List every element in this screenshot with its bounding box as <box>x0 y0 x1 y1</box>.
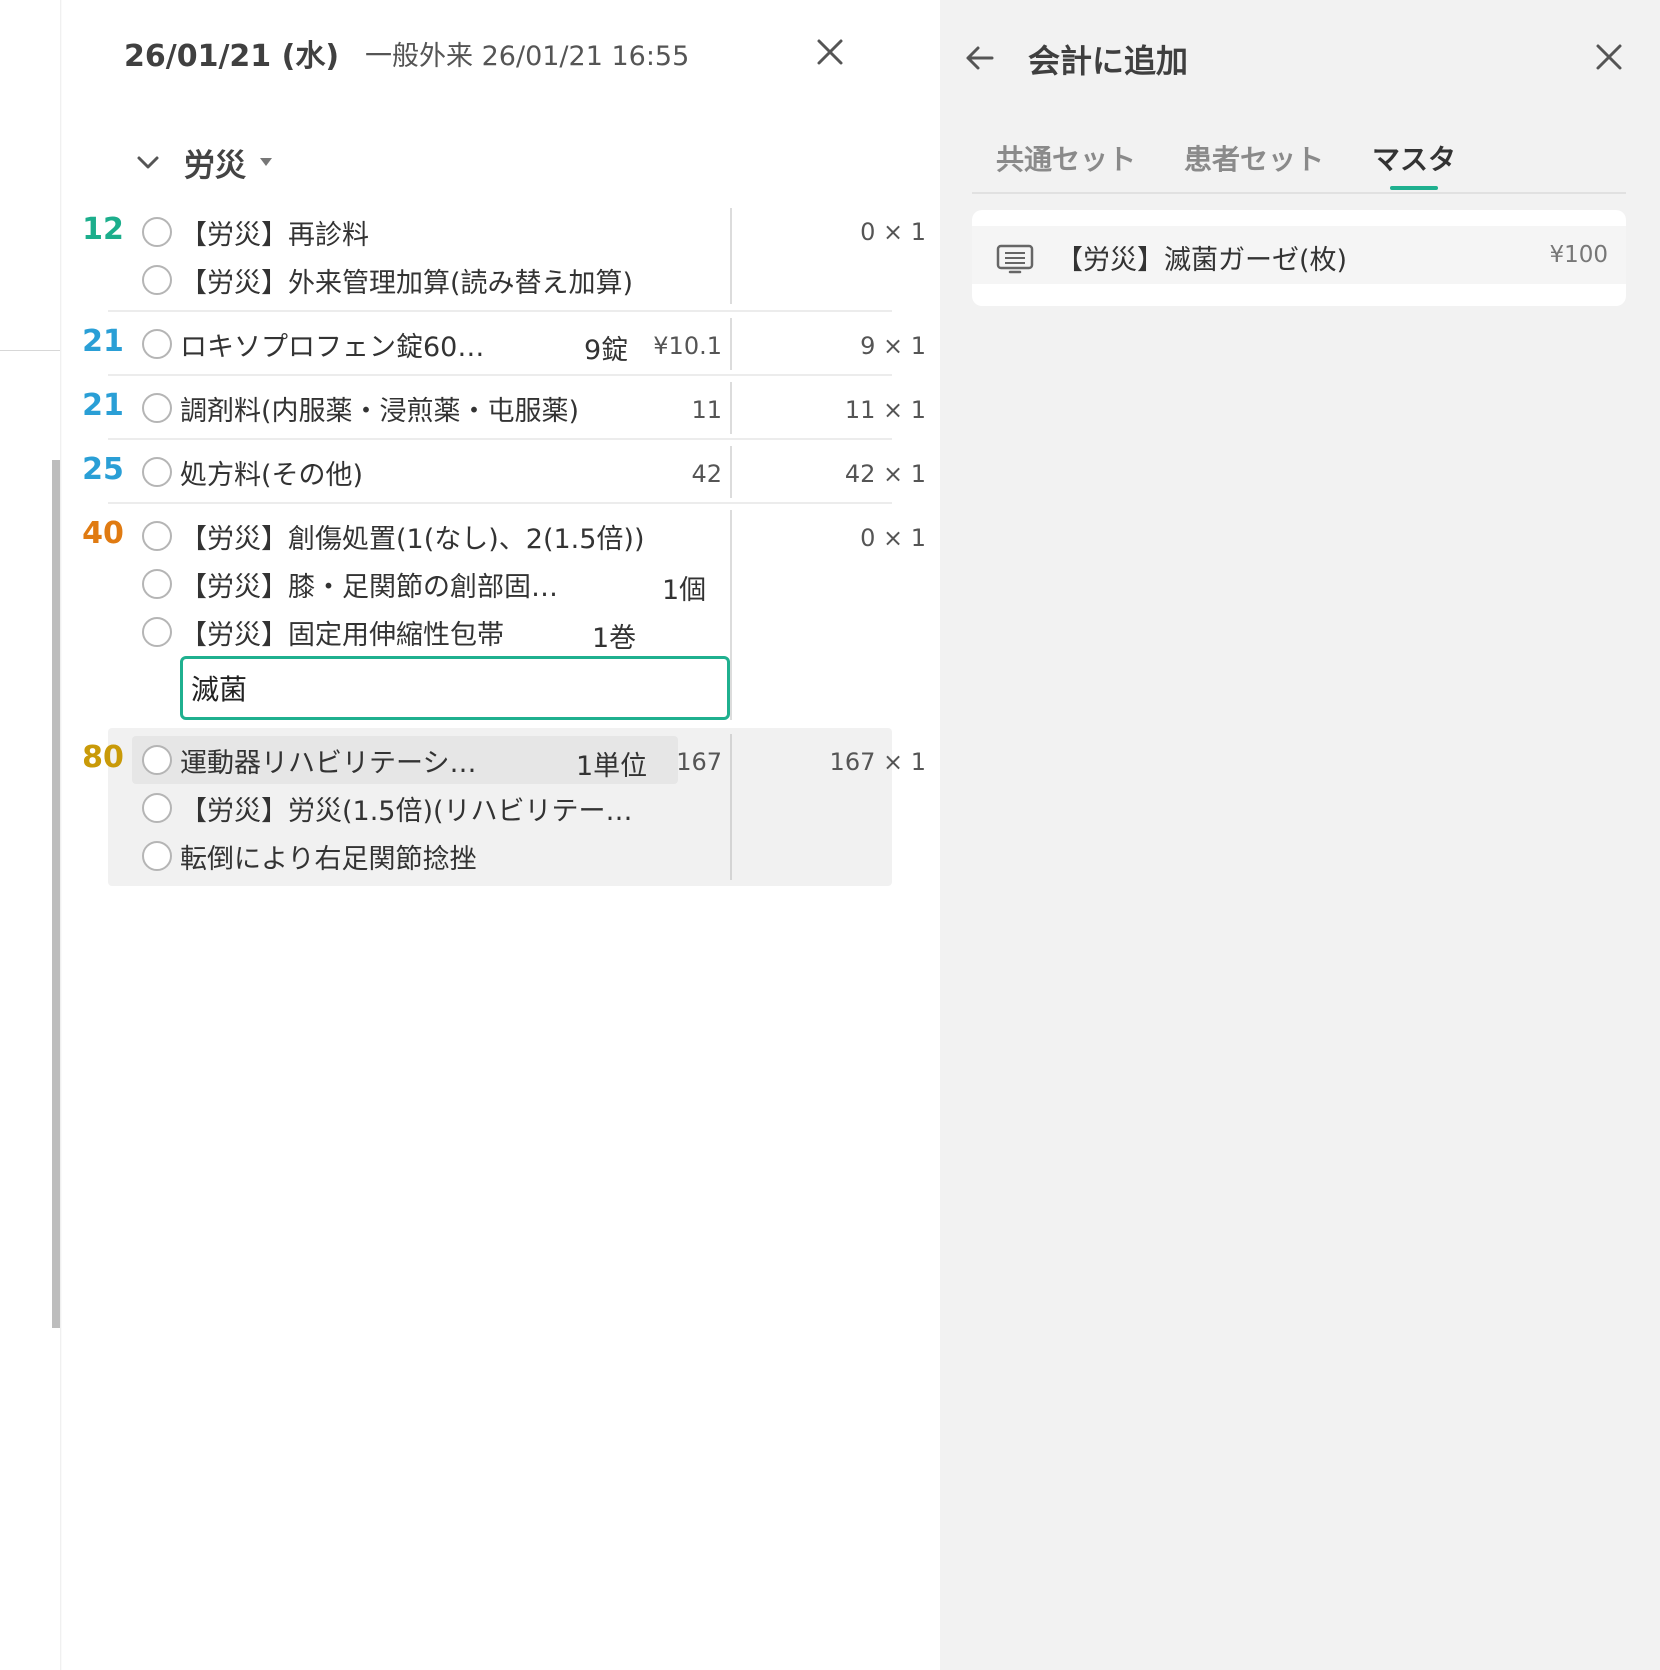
order-item-price: 167 <box>676 748 722 776</box>
master-list-icon <box>996 244 1034 274</box>
column-divider <box>730 446 732 498</box>
order-item-price: ¥10.1 <box>653 332 722 360</box>
quantity-multiplier: 0 × 1 <box>860 218 926 246</box>
order-item-text: 【労災】再診料 <box>180 219 369 251</box>
order-item[interactable]: 転倒により右足関節捻挫 <box>142 836 476 876</box>
order-item[interactable]: 調剤料(内服薬・浸煎薬・屯服薬) <box>142 388 579 428</box>
radio-icon[interactable] <box>142 393 172 423</box>
radio-icon[interactable] <box>142 569 172 599</box>
order-item[interactable]: 【労災】固定用伸縮性包帯 <box>142 612 504 652</box>
order-item-text: 【労災】創傷処置(1(なし)、2(1.5倍)) <box>180 523 645 555</box>
order-item-text: 【労災】労災(1.5倍)(リハビリテー… <box>180 795 633 827</box>
order-item-price: 11 <box>691 396 722 424</box>
quantity-multiplier: 167 × 1 <box>829 748 926 776</box>
section-divider <box>108 502 892 504</box>
section-divider <box>108 374 892 376</box>
order-item-text: 【労災】外来管理加算(読み替え加算) <box>180 267 634 299</box>
column-divider <box>730 318 732 370</box>
order-item[interactable]: 【労災】外来管理加算(読み替え加算) <box>142 260 633 300</box>
column-divider <box>730 510 732 720</box>
radio-icon[interactable] <box>142 265 172 295</box>
radio-icon[interactable] <box>142 841 172 871</box>
order-item-text: 【労災】膝・足関節の創部固… <box>180 571 558 603</box>
quantity-multiplier: 0 × 1 <box>860 524 926 552</box>
section-code: 21 <box>82 324 124 359</box>
order-item-quantity: 1巻 <box>592 623 637 654</box>
radio-icon[interactable] <box>142 793 172 823</box>
radio-icon[interactable] <box>142 457 172 487</box>
radio-icon[interactable] <box>142 329 172 359</box>
order-item-text: 処方料(その他) <box>180 459 364 491</box>
tab-patient-set[interactable]: 患者セット <box>1184 138 1324 178</box>
search-result-list: 【労災】滅菌ガーゼ(枚) ¥100 <box>972 210 1626 306</box>
column-divider <box>730 382 732 434</box>
order-item-text: 転倒により右足関節捻挫 <box>180 843 477 875</box>
order-item[interactable]: 処方料(その他) <box>142 452 363 492</box>
search-result-name: 【労災】滅菌ガーゼ(枚) <box>1056 245 1348 276</box>
scrollbar[interactable] <box>52 460 60 1328</box>
section-divider <box>108 438 892 440</box>
close-icon[interactable] <box>1590 38 1628 76</box>
column-divider <box>730 208 732 304</box>
order-item-price: 42 <box>691 460 722 488</box>
panel-title: 会計に追加 <box>1028 42 1189 80</box>
order-item-text: ロキソプロフェン錠60… <box>180 331 485 363</box>
quantity-multiplier: 11 × 1 <box>844 396 926 424</box>
active-tab-indicator <box>1390 186 1438 190</box>
quantity-multiplier: 9 × 1 <box>860 332 926 360</box>
order-item-text: 【労災】固定用伸縮性包帯 <box>180 619 504 651</box>
tab-common-set[interactable]: 共通セット <box>996 138 1136 178</box>
radio-icon[interactable] <box>142 617 172 647</box>
section-code: 40 <box>82 516 124 551</box>
column-divider <box>730 734 732 880</box>
item-search-input[interactable] <box>180 656 730 720</box>
order-item-text: 調剤料(内服薬・浸煎薬・屯服薬) <box>180 395 580 427</box>
set-tabs: 共通セット 患者セット マスタ <box>972 132 1626 194</box>
order-item[interactable]: 【労災】労災(1.5倍)(リハビリテー… <box>142 788 633 828</box>
background-divider <box>0 350 60 351</box>
order-item-quantity: 9錠 <box>584 335 629 366</box>
search-result-price: ¥100 <box>1549 242 1608 268</box>
order-item[interactable]: ロキソプロフェン錠60… <box>142 324 484 364</box>
arrow-left-icon[interactable] <box>960 38 1000 78</box>
section-code: 21 <box>82 388 124 423</box>
order-item-quantity: 1単位 <box>576 751 648 782</box>
order-item-quantity: 1個 <box>662 575 707 606</box>
order-item[interactable]: 【労災】膝・足関節の創部固… <box>142 564 558 604</box>
tab-master[interactable]: マスタ <box>1372 138 1456 178</box>
section-divider <box>108 310 892 312</box>
section-code: 80 <box>82 740 124 775</box>
quantity-multiplier: 42 × 1 <box>844 460 926 488</box>
order-item[interactable]: 【労災】再診料 <box>142 212 369 252</box>
radio-icon[interactable] <box>142 745 172 775</box>
order-item-text: 運動器リハビリテーシ… <box>180 747 477 779</box>
section-code: 12 <box>82 212 124 247</box>
radio-icon[interactable] <box>142 217 172 247</box>
radio-icon[interactable] <box>142 521 172 551</box>
order-item[interactable]: 【労災】創傷処置(1(なし)、2(1.5倍)) <box>142 516 645 556</box>
order-list: 12 【労災】再診料 【労災】外来管理加算(読み替え加算) 0 × 1 21 ロ… <box>62 0 940 1670</box>
search-result-item[interactable]: 【労災】滅菌ガーゼ(枚) ¥100 <box>972 226 1626 284</box>
section-code: 25 <box>82 452 124 487</box>
